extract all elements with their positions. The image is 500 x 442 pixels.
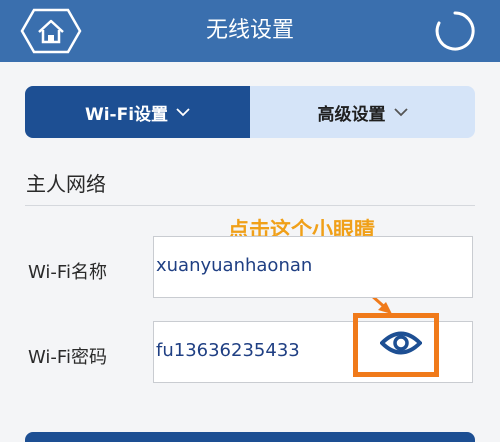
- wifi-password-value: fu13636235433: [156, 340, 300, 361]
- wifi-name-input[interactable]: xuanyuanhaonan: [153, 236, 473, 298]
- tab-advanced-settings-label: 高级设置: [317, 104, 386, 125]
- wifi-password-label: Wi-Fi密码: [28, 347, 107, 368]
- home-icon[interactable]: [20, 8, 82, 54]
- eye-icon[interactable]: [380, 328, 422, 358]
- chevron-down-icon: [176, 107, 190, 116]
- tab-advanced-settings[interactable]: 高级设置: [250, 86, 475, 138]
- section-divider: [25, 205, 475, 206]
- chevron-down-icon: [393, 107, 408, 116]
- save-button[interactable]: [25, 432, 475, 442]
- refresh-icon[interactable]: [434, 10, 476, 52]
- tab-bar: Wi-Fi设置 高级设置: [25, 86, 475, 138]
- tab-wifi-settings-label: Wi-Fi设置: [84, 104, 169, 125]
- wifi-name-label: Wi-Fi名称: [28, 262, 107, 283]
- section-title: 主人网络: [26, 172, 106, 196]
- tab-wifi-settings[interactable]: Wi-Fi设置: [25, 86, 250, 138]
- wifi-name-value: xuanyuanhaonan: [156, 255, 313, 276]
